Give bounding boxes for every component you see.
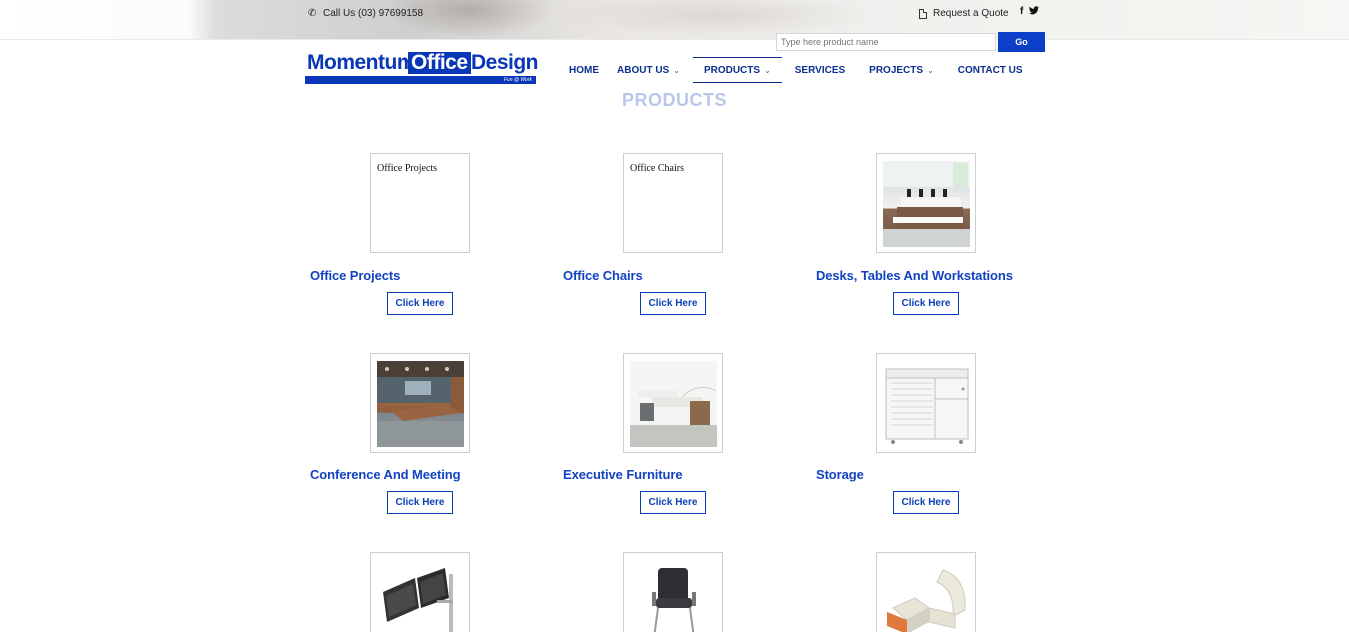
click-here-button[interactable]: Click Here [893,491,959,514]
request-quote-label: Request a Quote [933,8,1009,19]
nav-services-label: SERVICES [794,64,846,76]
product-image-storage[interactable] [876,353,976,453]
nav-projects-label: PROJECTS [869,64,924,76]
product-title-conference-meeting[interactable]: Conference And Meeting [310,467,461,482]
product-title-office-chairs[interactable]: Office Chairs [563,268,643,283]
monitor-arm-photo [377,560,464,632]
nav-about-us[interactable]: ABOUT US ⌄ [608,57,689,83]
nav-about-us-label: ABOUT US [617,64,670,76]
conference-photo [377,361,464,447]
click-here-button[interactable]: Click Here [640,491,706,514]
product-image-chair[interactable] [623,552,723,632]
product-title-storage[interactable]: Storage [816,467,864,482]
document-icon [919,8,927,19]
site-logo[interactable]: Momentum Office Design Fun @ Work [305,51,539,85]
executive-photo [630,361,717,447]
logo-word-office: Office [408,52,471,74]
call-us[interactable]: ✆ Call Us (03) 97699158 [308,8,423,19]
chevron-down-icon: ⌄ [764,65,771,75]
nav-contact-us[interactable]: CONTACT US [949,57,1032,83]
facebook-icon[interactable]: f [1020,6,1023,18]
chevron-down-icon: ⌄ [927,65,934,75]
click-here-button[interactable]: Click Here [640,292,706,315]
click-here-button[interactable]: Click Here [387,491,453,514]
call-us-label: Call Us (03) 97699158 [323,8,424,19]
product-search-input[interactable] [776,33,996,51]
product-image-lounge[interactable] [876,552,976,632]
logo-tagline: Fun @ Work [503,77,532,83]
click-here-button[interactable]: Click Here [387,292,453,315]
product-title-office-projects[interactable]: Office Projects [310,268,400,283]
product-image-office-projects[interactable]: Office Projects [370,153,470,253]
image-alt-text: Office Chairs [630,163,684,174]
main-nav: HOME ABOUT US ⌄ PRODUCTS ⌄ SERVICES PROJEC… [560,56,1032,84]
nav-products-label: PRODUCTS [703,64,761,76]
product-image-executive[interactable] [623,353,723,453]
lounge-photo [883,560,970,632]
nav-projects[interactable]: PROJECTS ⌄ [860,57,943,83]
chevron-down-icon: ⌄ [673,65,680,75]
product-image-monitor-arms[interactable] [370,552,470,632]
chair-photo [630,560,717,632]
nav-products[interactable]: PRODUCTS ⌄ [692,57,782,83]
top-bar: ✆ Call Us (03) 97699158 Request a Quote … [0,0,1349,40]
image-alt-text: Office Projects [377,163,438,174]
product-image-desks[interactable] [876,153,976,253]
logo-word-design: Design [471,51,539,74]
nav-home[interactable]: HOME [560,57,608,83]
product-title-executive-furniture[interactable]: Executive Furniture [563,467,683,482]
nav-home-label: HOME [569,64,599,76]
product-title-desks-tables-workstations[interactable]: Desks, Tables And Workstations [816,268,1013,283]
request-quote-link[interactable]: Request a Quote [919,8,1009,19]
product-image-conference[interactable] [370,353,470,453]
nav-services[interactable]: SERVICES [786,57,854,83]
social-links: f [1020,6,1040,18]
logo-word-momentum: Momentum [307,51,416,74]
phone-icon: ✆ [308,8,317,19]
nav-contact-us-label: CONTACT US [957,64,1023,76]
click-here-button[interactable]: Click Here [893,292,959,315]
storage-photo [883,361,970,447]
page-title: PRODUCTS [621,90,727,110]
search-go-button[interactable]: Go [998,32,1045,52]
product-image-office-chairs[interactable]: Office Chairs [623,153,723,253]
twitter-icon[interactable] [1029,6,1040,18]
logo-bar [305,76,536,84]
desks-photo [883,161,970,247]
